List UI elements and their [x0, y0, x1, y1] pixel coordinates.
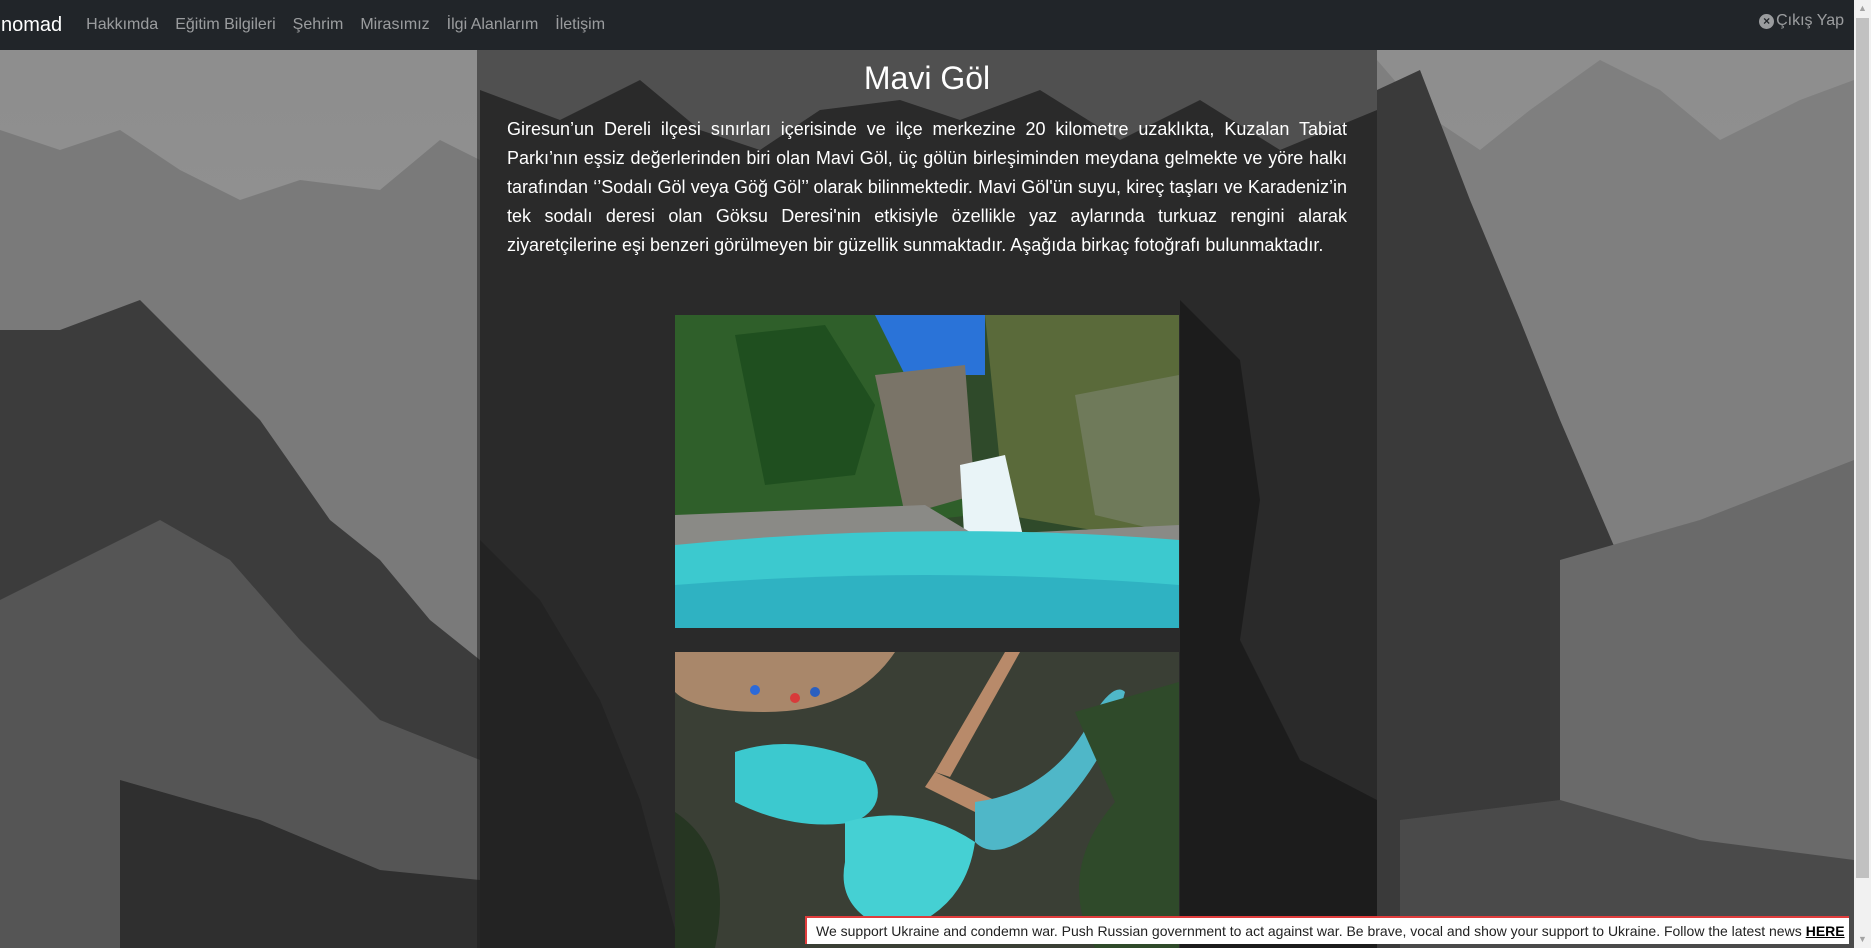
nav-link-egitim-bilgileri[interactable]: Eğitim Bilgileri: [175, 16, 275, 34]
nav-link-hakkimda[interactable]: Hakkımda: [86, 16, 158, 34]
page-description: Giresun’un Dereli ilçesi sınırları içeri…: [507, 119, 1347, 255]
scroll-up-arrow-icon[interactable]: ▲: [1854, 0, 1871, 17]
nav-link-iletisim[interactable]: İletişim: [555, 16, 605, 34]
waterfall-lake-photo: [675, 315, 1179, 628]
top-navbar: nomad Hakkımda Eğitim Bilgileri Şehrim M…: [0, 0, 1854, 50]
banner-here-link[interactable]: HERE: [1806, 923, 1845, 939]
nav-link-mirasimiz[interactable]: Mirasımız: [360, 16, 429, 34]
close-circle-icon: ×: [1759, 13, 1775, 29]
logout-label: Çıkış Yap: [1776, 12, 1844, 29]
nav-link-ilgi-alanlarim[interactable]: İlgi Alanlarım: [447, 16, 539, 34]
scrollbar-thumb[interactable]: [1856, 18, 1869, 878]
logout-button[interactable]: × Çıkış Yap: [1759, 12, 1844, 30]
banner-text: We support Ukraine and condemn war. Push…: [816, 923, 1802, 939]
aerial-lake-photo: [675, 652, 1179, 948]
content-panel: Mavi Göl Giresun’un Dereli ilçesi sınırl…: [477, 50, 1377, 948]
page-title: Mavi Göl: [863, 60, 991, 96]
ukraine-support-banner: We support Ukraine and condemn war. Push…: [805, 916, 1849, 944]
nav-link-sehrim[interactable]: Şehrim: [293, 16, 344, 34]
vertical-scrollbar[interactable]: ▲ ▼: [1854, 0, 1871, 948]
brand-logo[interactable]: nomad: [1, 14, 62, 37]
scroll-down-arrow-icon[interactable]: ▼: [1854, 931, 1871, 948]
